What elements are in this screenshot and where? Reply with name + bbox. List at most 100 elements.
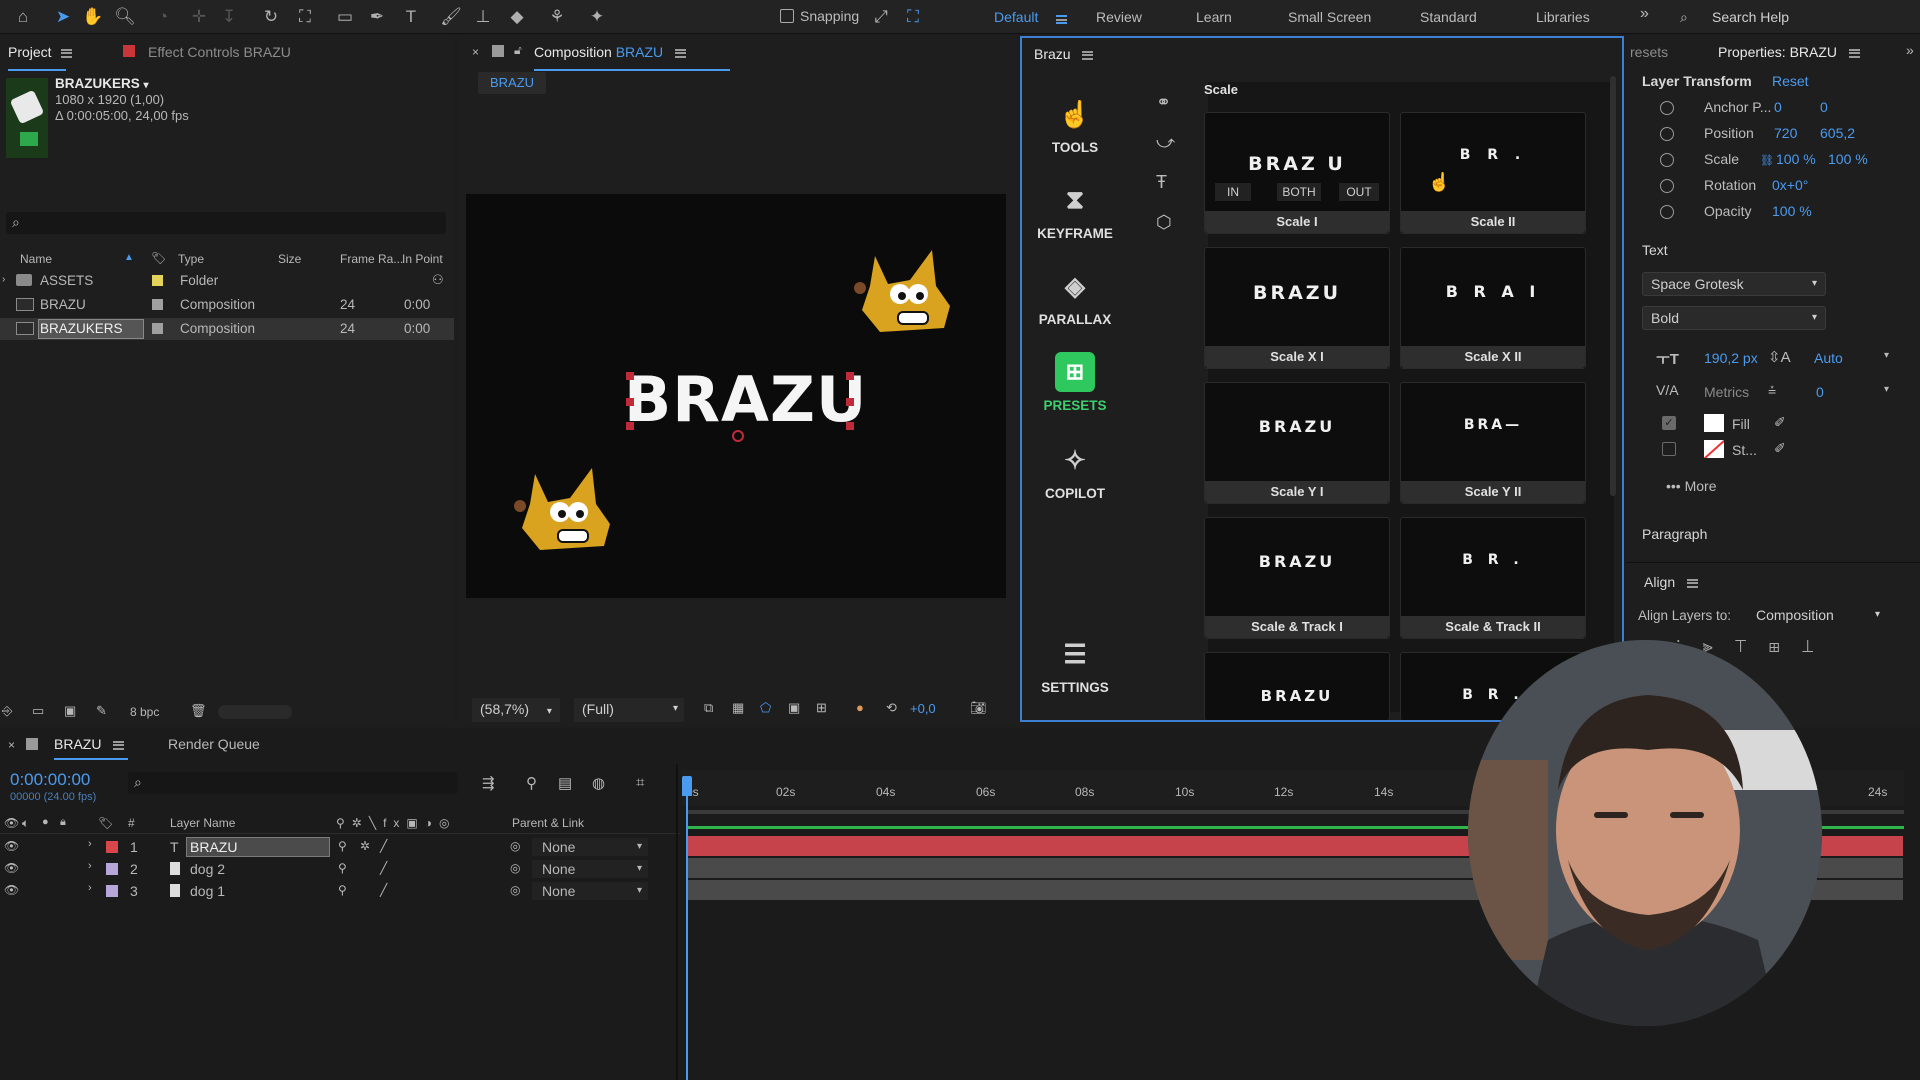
workspace-tab-review[interactable]: Review [1096, 9, 1142, 25]
scale-both-button[interactable]: BOTH [1277, 183, 1321, 201]
nav-parallax[interactable]: ◈ PARALLAX [1030, 266, 1120, 328]
collapse-switch-icon[interactable]: ⚲ [338, 861, 347, 875]
audio-icon[interactable]: 🔈︎ [22, 816, 29, 831]
bounding-box-handle[interactable] [846, 422, 854, 430]
project-row[interactable]: BRAZUKERS Composition 24 0:00 [0, 318, 454, 340]
mask-visibility-icon[interactable]: ⬠ [760, 700, 771, 716]
workspace-menu-icon[interactable] [1056, 11, 1067, 26]
close-tab-icon[interactable]: × [472, 45, 479, 59]
orbit-tool-icon[interactable]: ◔ [150, 4, 176, 30]
snapping-checkbox[interactable] [780, 9, 794, 23]
snap-option-icon[interactable]: ⤢ [868, 4, 894, 30]
current-timecode[interactable]: 0:00:00:00 [10, 770, 90, 790]
font-style-dropdown[interactable]: Bold ▾ [1642, 306, 1826, 330]
cube-icon[interactable]: ⬡ [1156, 212, 1172, 233]
home-icon[interactable]: ⌂ [10, 4, 36, 30]
camera-tool-icon[interactable]: ⛶ [292, 4, 318, 30]
layer-row[interactable]: 👁︎ › 3 dog 1 ⚲ ╱ ◎ None ▾ [0, 880, 680, 902]
position-x-value[interactable]: 720 [1774, 125, 1797, 141]
tab-project[interactable]: Project [8, 44, 73, 72]
switches-icons[interactable]: ⚲✲╲fx▣◑◎ [336, 816, 456, 830]
layer-row[interactable]: 👁︎ › 1 T BRAZU ⚲ ✲ ╱ ◎ None ▾ [0, 836, 680, 858]
preset-scale-track-1[interactable]: BRAZU Scale & Track I [1204, 517, 1390, 639]
workspace-tab-standard[interactable]: Standard [1420, 9, 1477, 25]
anchor-point-icon[interactable] [732, 430, 744, 442]
text-tool-icon[interactable]: Ŧ [1156, 172, 1167, 193]
panel-overflow-icon[interactable]: » [1906, 42, 1914, 58]
selection-tool-icon[interactable]: ➤ [50, 4, 76, 30]
collapse-switch-icon[interactable]: ⚲ [338, 839, 347, 853]
workspace-tab-small-screen[interactable]: Small Screen [1288, 9, 1371, 25]
layer-row[interactable]: 👁︎ › 2 dog 2 ⚲ ╱ ◎ None ▾ [0, 858, 680, 880]
interpret-footage-icon[interactable]: ⎆ [2, 703, 12, 719]
eye-icon[interactable]: 👁︎ [4, 816, 19, 830]
align-panel-title[interactable]: Align [1644, 574, 1699, 590]
timeline-search-input[interactable]: ⌕ [128, 772, 458, 794]
more-workspaces-icon[interactable]: » [1640, 5, 1649, 23]
dog-character-image[interactable] [510, 464, 620, 554]
composition-viewer[interactable]: BRAZU [466, 194, 1006, 598]
puppet-tool-icon[interactable]: ✦ [584, 4, 610, 30]
comp-breadcrumb[interactable]: BRAZU [478, 72, 547, 94]
col-parent-link[interactable]: Parent & Link [512, 816, 584, 830]
link-icon[interactable]: ⚭ [1156, 92, 1171, 113]
leading-value[interactable]: Auto [1814, 350, 1843, 366]
resolution-dropdown[interactable]: (Full) ▾ [574, 698, 684, 722]
stopwatch-icon[interactable] [1660, 127, 1674, 141]
close-tab-icon[interactable]: × [8, 738, 15, 752]
quality-switch-icon[interactable]: ✲ [360, 839, 370, 853]
more-button[interactable]: ••• More [1666, 478, 1717, 494]
col-frame-rate[interactable]: Frame Ra... [340, 252, 403, 266]
search-help[interactable]: Search Help [1712, 9, 1789, 25]
layer-name[interactable]: BRAZU [190, 839, 237, 855]
brazu-panel-title[interactable]: Brazu [1034, 46, 1094, 74]
scale-x-value[interactable]: 100 % [1776, 151, 1816, 167]
scale-y-value[interactable]: 100 % [1828, 151, 1868, 167]
tab-render-queue[interactable]: Render Queue [168, 736, 260, 764]
zoom-dropdown[interactable]: (58,7%) ▾ [472, 698, 560, 722]
quality-line-icon[interactable]: ╱ [380, 839, 387, 853]
thumbnail-slider[interactable] [218, 705, 292, 719]
font-size-value[interactable]: 190,2 px [1704, 350, 1758, 366]
eraser-tool-icon[interactable]: ◆ [504, 4, 530, 30]
reset-link[interactable]: Reset [1772, 73, 1809, 89]
new-folder-icon[interactable]: ▭ [32, 703, 44, 719]
clone-stamp-icon[interactable]: ⊥ [470, 4, 496, 30]
type-tool-icon[interactable]: T [398, 4, 424, 30]
nav-settings[interactable]: ☰ SETTINGS [1030, 634, 1120, 696]
rectangle-tool-icon[interactable]: ▭ [332, 4, 358, 30]
nav-copilot[interactable]: ✧ COPILOT [1030, 440, 1120, 502]
pickwhip-icon[interactable]: ◎ [510, 883, 520, 897]
adjust-settings-icon[interactable]: ✎ [96, 703, 107, 719]
pan-tool-icon[interactable]: ✛ [186, 4, 212, 30]
zoom-tool-icon[interactable]: 🔍︎ [112, 4, 138, 30]
workspace-tab-learn[interactable]: Learn [1196, 9, 1232, 25]
project-row[interactable]: BRAZU Composition 24 0:00 [0, 294, 454, 316]
snap-grid-icon[interactable]: ⛶ [900, 4, 926, 30]
col-in-point[interactable]: In Point [402, 252, 443, 266]
reset-exposure-icon[interactable]: ⟲ [886, 700, 897, 716]
workspace-tab-libraries[interactable]: Libraries [1536, 9, 1590, 25]
fill-color-swatch[interactable] [1704, 414, 1724, 432]
brazu-scrollbar[interactable] [1610, 76, 1616, 496]
project-search-input[interactable]: ⌕ [6, 212, 446, 234]
align-to-dropdown[interactable]: Composition ▾ [1748, 604, 1886, 628]
expand-arrow-icon[interactable]: › [88, 860, 92, 872]
eye-icon[interactable]: 👁︎ [4, 883, 19, 897]
tab-effects-presets[interactable]: resets [1630, 44, 1668, 72]
lock-icon[interactable]: 🔒︎ [60, 816, 66, 829]
expand-arrow-icon[interactable]: › [88, 882, 92, 894]
stopwatch-icon[interactable] [1660, 179, 1674, 193]
dolly-tool-icon[interactable]: ↧ [216, 4, 242, 30]
preset-scale-y-1[interactable]: BRAZU Scale Y I [1204, 382, 1390, 504]
font-family-dropdown[interactable]: Space Grotesk ▾ [1642, 272, 1826, 296]
tracking-value[interactable]: 0 [1816, 384, 1824, 400]
parent-dropdown[interactable]: None ▾ [532, 882, 648, 900]
bounding-box-handle[interactable] [846, 372, 854, 380]
quality-line-icon[interactable]: ╱ [380, 861, 387, 875]
nav-tools[interactable]: ☝ TOOLS [1030, 94, 1120, 156]
rotation-value[interactable]: 0x+0° [1772, 177, 1808, 193]
workspace-tab-default[interactable]: Default [994, 9, 1038, 25]
graph-editor-icon[interactable]: ⌗ [636, 774, 644, 791]
project-row[interactable]: › ASSETS Folder ⚇ [0, 270, 454, 292]
